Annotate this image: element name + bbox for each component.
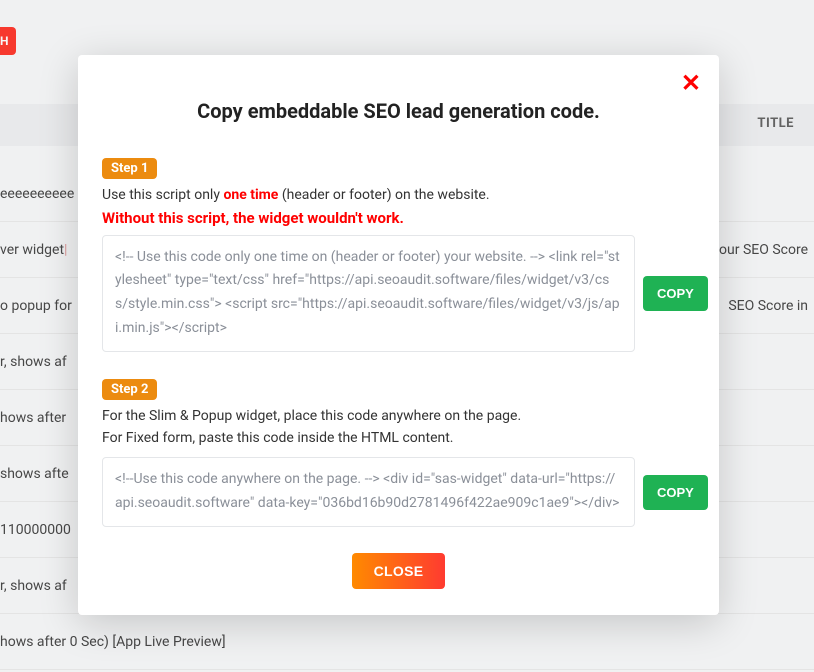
step2-code-box[interactable]: <!--Use this code anywhere on the page. … bbox=[102, 457, 635, 527]
step1-badge: Step 1 bbox=[102, 158, 157, 179]
step2-section: Step 2 For the Slim & Popup widget, plac… bbox=[102, 378, 695, 527]
copy-step1-button[interactable]: COPY bbox=[643, 276, 708, 311]
copy-step2-button[interactable]: COPY bbox=[643, 475, 708, 510]
close-icon[interactable]: ✕ bbox=[681, 71, 701, 95]
step1-code-box[interactable]: <!-- Use this code only one time on (hea… bbox=[102, 235, 635, 352]
modal-title: Copy embeddable SEO lead generation code… bbox=[102, 99, 695, 123]
step2-line1: For the Slim & Popup widget, place this … bbox=[102, 406, 695, 428]
step2-line2: For Fixed form, paste this code inside t… bbox=[102, 428, 695, 450]
step2-badge: Step 2 bbox=[102, 379, 157, 400]
step1-warning: Without this script, the widget wouldn't… bbox=[102, 209, 695, 227]
step1-section: Step 1 Use this script only one time (he… bbox=[102, 157, 695, 352]
close-button[interactable]: CLOSE bbox=[352, 553, 446, 589]
embed-code-modal: ✕ Copy embeddable SEO lead generation co… bbox=[78, 55, 719, 615]
step1-instructions: Use this script only one time (header or… bbox=[102, 185, 695, 207]
